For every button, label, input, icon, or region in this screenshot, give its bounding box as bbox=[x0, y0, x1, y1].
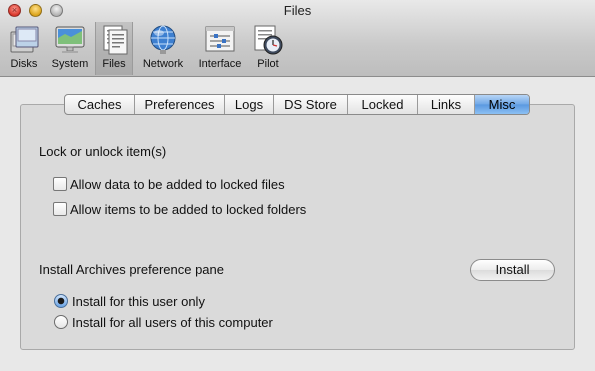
tab-misc[interactable]: Misc bbox=[475, 95, 529, 114]
toolbar: × Files Disks System Files Network Inter… bbox=[0, 0, 595, 77]
toolbar-item-network[interactable]: Network bbox=[138, 24, 188, 74]
toolbar-label-pilot: Pilot bbox=[257, 58, 279, 70]
network-icon bbox=[150, 25, 176, 54]
tab-logs[interactable]: Logs bbox=[225, 95, 274, 114]
toolbar-label-disks: Disks bbox=[10, 58, 38, 70]
toolbar-item-files[interactable]: Files bbox=[95, 22, 133, 75]
toolbar-label-system: System bbox=[51, 58, 89, 70]
allow-items-locked-folders-label[interactable]: Allow items to be added to locked folder… bbox=[70, 202, 306, 217]
allow-data-locked-files-label[interactable]: Allow data to be added to locked files bbox=[70, 177, 285, 192]
install-button[interactable]: Install bbox=[470, 259, 555, 281]
lock-section-heading: Lock or unlock item(s) bbox=[39, 144, 167, 159]
toolbar-label-interface: Interface bbox=[198, 58, 242, 70]
toolbar-item-interface[interactable]: Interface bbox=[194, 24, 246, 74]
tab-bar: Caches Preferences Logs DS Store Locked … bbox=[64, 94, 530, 115]
content-panel bbox=[20, 104, 575, 350]
tab-links[interactable]: Links bbox=[418, 95, 475, 114]
toolbar-item-system[interactable]: System bbox=[48, 24, 92, 74]
install-all-users-label[interactable]: Install for all users of this computer bbox=[72, 315, 273, 330]
toolbar-label-files: Files bbox=[102, 58, 126, 70]
tab-locked[interactable]: Locked bbox=[348, 95, 418, 114]
system-icon bbox=[55, 26, 85, 53]
files-icon bbox=[103, 25, 128, 55]
toolbar-item-pilot[interactable]: Pilot bbox=[250, 24, 286, 74]
tab-caches[interactable]: Caches bbox=[65, 95, 135, 114]
allow-data-locked-files-checkbox[interactable] bbox=[53, 177, 67, 191]
pilot-icon bbox=[254, 25, 283, 55]
tab-ds-store[interactable]: DS Store bbox=[274, 95, 348, 114]
allow-items-locked-folders-checkbox[interactable] bbox=[53, 202, 67, 216]
window-title: Files bbox=[283, 3, 312, 18]
install-section-heading: Install Archives preference pane bbox=[39, 262, 224, 277]
preferences-window: × Files Disks System Files Network Inter… bbox=[0, 0, 595, 371]
install-all-users-radio[interactable] bbox=[54, 315, 68, 329]
install-this-user-radio[interactable] bbox=[54, 294, 68, 308]
disks-icon bbox=[10, 26, 39, 53]
install-this-user-label[interactable]: Install for this user only bbox=[72, 294, 205, 309]
tab-preferences[interactable]: Preferences bbox=[135, 95, 225, 114]
toolbar-item-disks[interactable]: Disks bbox=[4, 24, 44, 74]
toolbar-label-network: Network bbox=[142, 58, 184, 70]
interface-icon bbox=[205, 26, 235, 52]
